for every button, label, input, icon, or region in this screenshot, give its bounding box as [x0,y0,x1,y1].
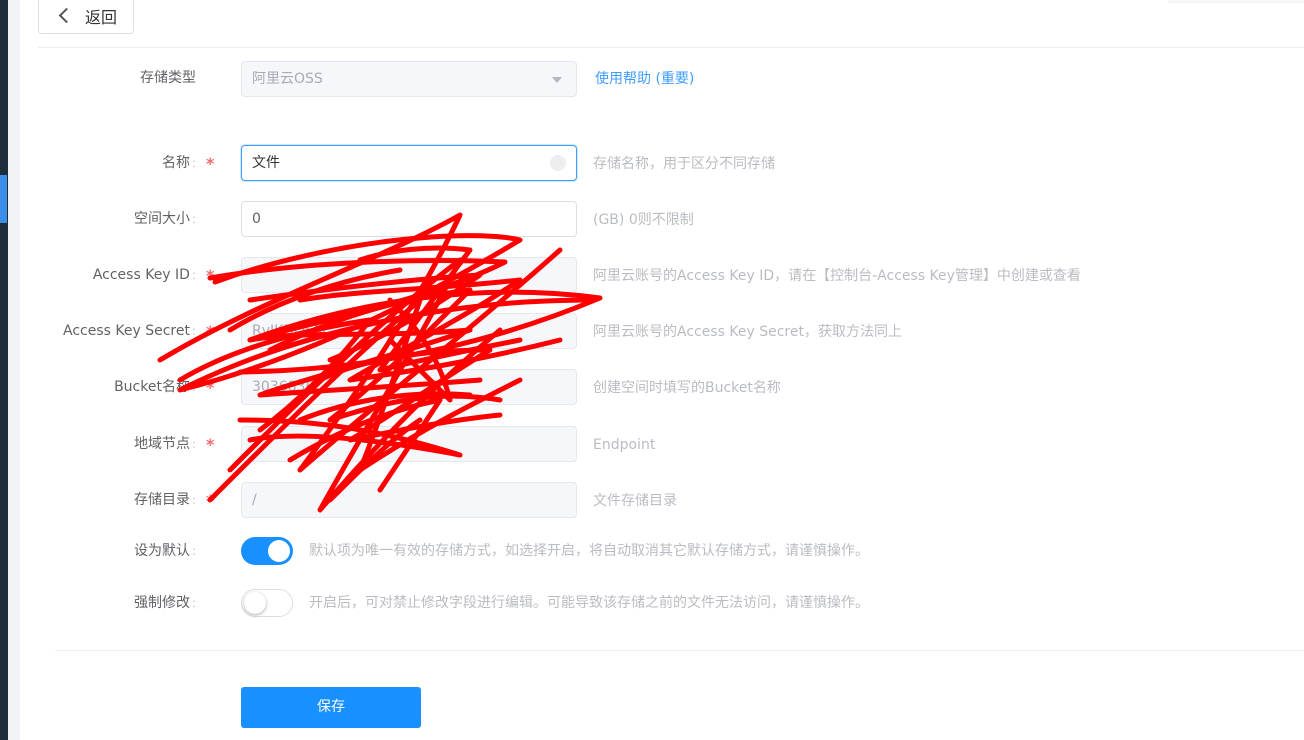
back-button[interactable]: 返回 [38,0,134,34]
region-endpoint-hint: Endpoint [593,437,656,453]
name-input[interactable]: 文件 [241,145,577,181]
storage-type-label: 存储类型 [140,70,196,86]
space-size-label: 空间大小: [133,211,196,227]
access-key-id-input[interactable] [241,257,577,293]
storage-dir-hint: 文件存储目录 [593,493,677,509]
app-sidebar-edge [0,0,8,740]
region-endpoint-label: 地域节点: [133,436,196,452]
toggle-knob [268,540,290,562]
required-mark: * [206,322,215,341]
access-key-secret-input[interactable]: RvIKDOSM [241,313,577,349]
top-right-edge [1168,0,1304,3]
storage-dir-label: 存储目录: [133,492,196,508]
bucket-name-label: Bucket名称: [114,379,196,395]
bucket-name-value: 3036836 [252,379,315,395]
bucket-name-hint: 创建空间时填写的Bucket名称 [593,380,781,396]
required-mark: * [206,154,215,173]
content-gutter [8,0,20,740]
name-input-value: 文件 [252,155,280,171]
access-key-secret-value: RvIKDOSM [252,323,327,339]
required-mark: * [206,266,215,285]
sidebar-active-indicator [0,175,7,223]
save-button[interactable]: 保存 [241,687,421,728]
access-key-secret-label: Access Key Secret: [62,323,196,339]
name-label: 名称: [161,155,196,171]
storage-dir-input[interactable]: / [241,482,577,518]
access-key-secret-hint: 阿里云账号的Access Key Secret，获取方法同上 [593,324,902,340]
space-size-hint: (GB) 0则不限制 [593,212,694,228]
storage-dir-value: / [252,492,257,508]
chevron-left-icon [58,7,75,24]
required-mark: * [206,491,215,510]
force-modify-hint: 开启后，可对禁止修改字段进行编辑。可能导致该存储之前的文件无法访问，请谨慎操作。 [309,595,869,611]
storage-config-page: 返回 存储类型 阿里云OSS 使用帮助 (重要) 名称: * 文件 存储名称，用… [0,0,1304,740]
set-default-toggle[interactable] [241,537,293,565]
bucket-name-input[interactable]: 3036836 [241,369,577,405]
toggle-knob [244,592,266,614]
form-footer-divider [55,650,1304,651]
required-mark: * [206,378,215,397]
access-key-id-label: Access Key ID: [92,267,196,283]
space-size-input[interactable]: 0 [241,201,577,237]
back-button-label: 返回 [85,7,118,27]
region-endpoint-input[interactable] [241,426,577,462]
name-hint: 存储名称，用于区分不同存储 [593,156,775,172]
usage-help-link[interactable]: 使用帮助 (重要) [595,61,694,97]
header-divider [38,47,1304,48]
set-default-label: 设为默认: [133,543,196,559]
space-size-value: 0 [252,211,261,227]
force-modify-toggle[interactable] [241,589,293,617]
set-default-hint: 默认项为唯一有效的存储方式，如选择开启，将自动取消其它默认存储方式，请谨慎操作。 [309,543,869,559]
force-modify-label: 强制修改: [133,595,196,611]
storage-type-value: 阿里云OSS [252,71,323,87]
access-key-id-hint: 阿里云账号的Access Key ID，请在【控制台-Access Key管理】… [593,268,1081,284]
clear-icon[interactable] [550,155,566,171]
caret-down-icon [552,77,562,83]
storage-type-select[interactable]: 阿里云OSS [241,61,577,97]
required-mark: * [206,435,215,454]
